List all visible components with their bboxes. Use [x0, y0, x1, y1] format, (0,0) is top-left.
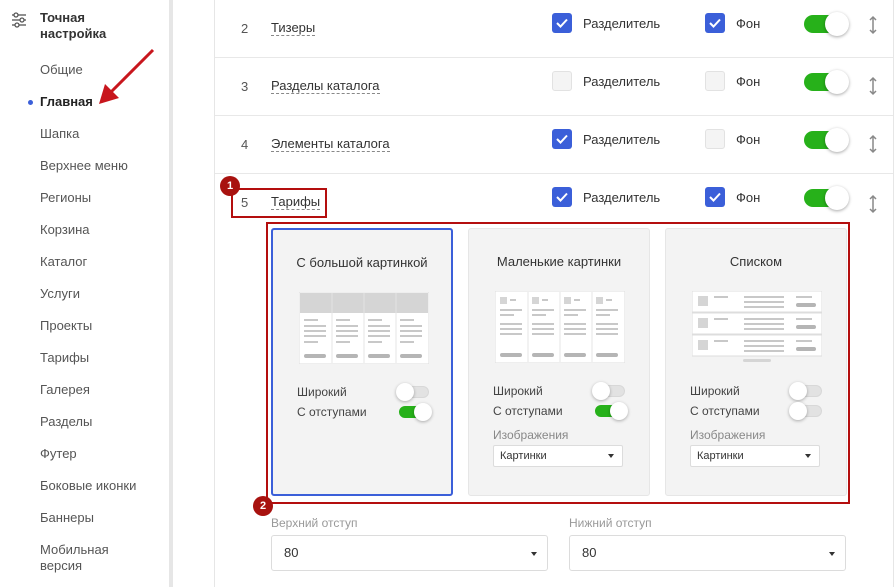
row-title-link[interactable]: Тизеры — [271, 21, 316, 36]
template-preview-image — [495, 291, 625, 363]
template-card-big-image[interactable]: С большой картинкой Широкий С отступами — [271, 228, 453, 496]
block-row-catalog-sections: 3 Разделы каталога Разделитель Фон — [215, 58, 893, 116]
drag-handle-icon[interactable] — [868, 76, 878, 96]
caret-down-icon — [805, 454, 811, 458]
wide-option-label: Широкий — [493, 384, 543, 398]
padding-toggle[interactable] — [595, 402, 628, 420]
template-title: С большой картинкой — [296, 255, 428, 270]
padding-toggle[interactable] — [399, 403, 432, 421]
block-enabled-toggle[interactable] — [804, 128, 849, 152]
row-number: 2 — [241, 21, 249, 36]
sidebar-nav: Общие Главная Шапка Верхнее меню Регионы… — [27, 62, 136, 582]
images-select[interactable]: Картинки — [493, 445, 623, 467]
background-checkbox[interactable] — [705, 129, 725, 149]
sidebar-divider — [169, 0, 173, 587]
padding-option-label: С отступами — [690, 404, 760, 418]
sidebar-item-catalog[interactable]: Каталог — [40, 254, 136, 286]
top-padding-select[interactable]: 80 — [271, 535, 548, 571]
annotation-badge-2: 2 — [253, 496, 273, 516]
background-checkbox[interactable] — [705, 13, 725, 33]
divider-checkbox[interactable] — [552, 187, 572, 207]
block-enabled-toggle[interactable] — [804, 70, 849, 94]
wide-option-label: Широкий — [297, 385, 347, 399]
caret-down-icon — [829, 552, 835, 556]
annotation-arrow-icon — [99, 48, 155, 104]
template-preview-image — [692, 291, 822, 362]
images-select-value: Картинки — [697, 450, 744, 462]
sidebar-item-tariffs[interactable]: Тарифы — [40, 350, 136, 382]
top-padding-label: Верхний отступ — [271, 516, 358, 530]
annotation-badge-1: 1 — [220, 176, 240, 196]
padding-option-label: С отступами — [297, 405, 367, 419]
caret-down-icon — [608, 454, 614, 458]
background-label: Фон — [736, 132, 761, 147]
bottom-padding-label: Нижний отступ — [569, 516, 652, 530]
wide-option-label: Широкий — [690, 384, 740, 398]
sidebar-item-top-menu[interactable]: Верхнее меню — [40, 158, 136, 190]
sliders-icon — [12, 12, 26, 28]
images-select-value: Картинки — [500, 450, 547, 462]
template-title: Списком — [729, 254, 783, 269]
background-label: Фон — [736, 16, 761, 31]
divider-checkbox[interactable] — [552, 13, 572, 33]
images-select[interactable]: Картинки — [690, 445, 820, 467]
drag-handle-icon[interactable] — [868, 15, 878, 35]
background-label: Фон — [736, 190, 761, 205]
images-option-label: Изображения — [493, 428, 569, 442]
divider-label: Разделитель — [583, 190, 661, 205]
annotation-highlight-title — [231, 188, 327, 218]
caret-down-icon — [531, 552, 537, 556]
sidebar-item-banners[interactable]: Баннеры — [40, 510, 136, 542]
sidebar-item-sections[interactable]: Разделы — [40, 414, 136, 446]
drag-handle-icon[interactable] — [868, 134, 878, 154]
template-card-small-images[interactable]: Маленькие картинки Широкий С отступами И… — [468, 228, 650, 496]
bottom-padding-select[interactable]: 80 — [569, 535, 846, 571]
sidebar-item-mobile[interactable]: Мобильная версия — [40, 542, 130, 582]
template-title: Маленькие картинки — [496, 254, 622, 269]
sidebar-item-gallery[interactable]: Галерея — [40, 382, 136, 414]
wide-toggle[interactable] — [592, 382, 625, 400]
images-option-label: Изображения — [690, 428, 766, 442]
wide-toggle[interactable] — [396, 383, 429, 401]
sidebar-item-footer[interactable]: Футер — [40, 446, 136, 478]
row-number: 3 — [241, 79, 249, 94]
block-enabled-toggle[interactable] — [804, 12, 849, 36]
background-checkbox[interactable] — [705, 187, 725, 207]
template-preview-image — [299, 292, 429, 364]
block-enabled-toggle[interactable] — [804, 186, 849, 210]
check-icon — [709, 192, 721, 202]
divider-checkbox[interactable] — [552, 71, 572, 91]
block-row-catalog-items: 4 Элементы каталога Разделитель Фон — [215, 116, 893, 174]
top-padding-value: 80 — [284, 545, 299, 560]
sidebar-item-projects[interactable]: Проекты — [40, 318, 136, 350]
padding-toggle[interactable] — [789, 402, 822, 420]
check-icon — [556, 192, 568, 202]
sidebar-title: Точная настройка — [40, 10, 107, 41]
divider-checkbox[interactable] — [552, 129, 572, 149]
background-label: Фон — [736, 74, 761, 89]
check-icon — [556, 18, 568, 28]
check-icon — [556, 134, 568, 144]
wide-toggle[interactable] — [789, 382, 822, 400]
row-title-link[interactable]: Разделы каталога — [271, 79, 380, 94]
sidebar-item-header[interactable]: Шапка — [40, 126, 136, 158]
row-title-link[interactable]: Элементы каталога — [271, 137, 390, 152]
divider-label: Разделитель — [583, 132, 661, 147]
check-icon — [709, 18, 721, 28]
sidebar-header: Точная настройка — [10, 10, 140, 42]
sidebar-item-cart[interactable]: Корзина — [40, 222, 136, 254]
template-card-list[interactable]: Списком Широкий С отступами Изображения — [665, 228, 847, 496]
padding-option-label: С отступами — [493, 404, 563, 418]
block-row-teasers: 2 Тизеры Разделитель Фон — [215, 0, 893, 58]
sidebar-item-regions[interactable]: Регионы — [40, 190, 136, 222]
drag-handle-icon[interactable] — [868, 194, 878, 214]
background-checkbox[interactable] — [705, 71, 725, 91]
sidebar-item-services[interactable]: Услуги — [40, 286, 136, 318]
divider-label: Разделитель — [583, 16, 661, 31]
sidebar-item-side-icons[interactable]: Боковые иконки — [40, 478, 136, 510]
divider-label: Разделитель — [583, 74, 661, 89]
row-number: 4 — [241, 137, 249, 152]
bottom-padding-value: 80 — [582, 545, 597, 560]
